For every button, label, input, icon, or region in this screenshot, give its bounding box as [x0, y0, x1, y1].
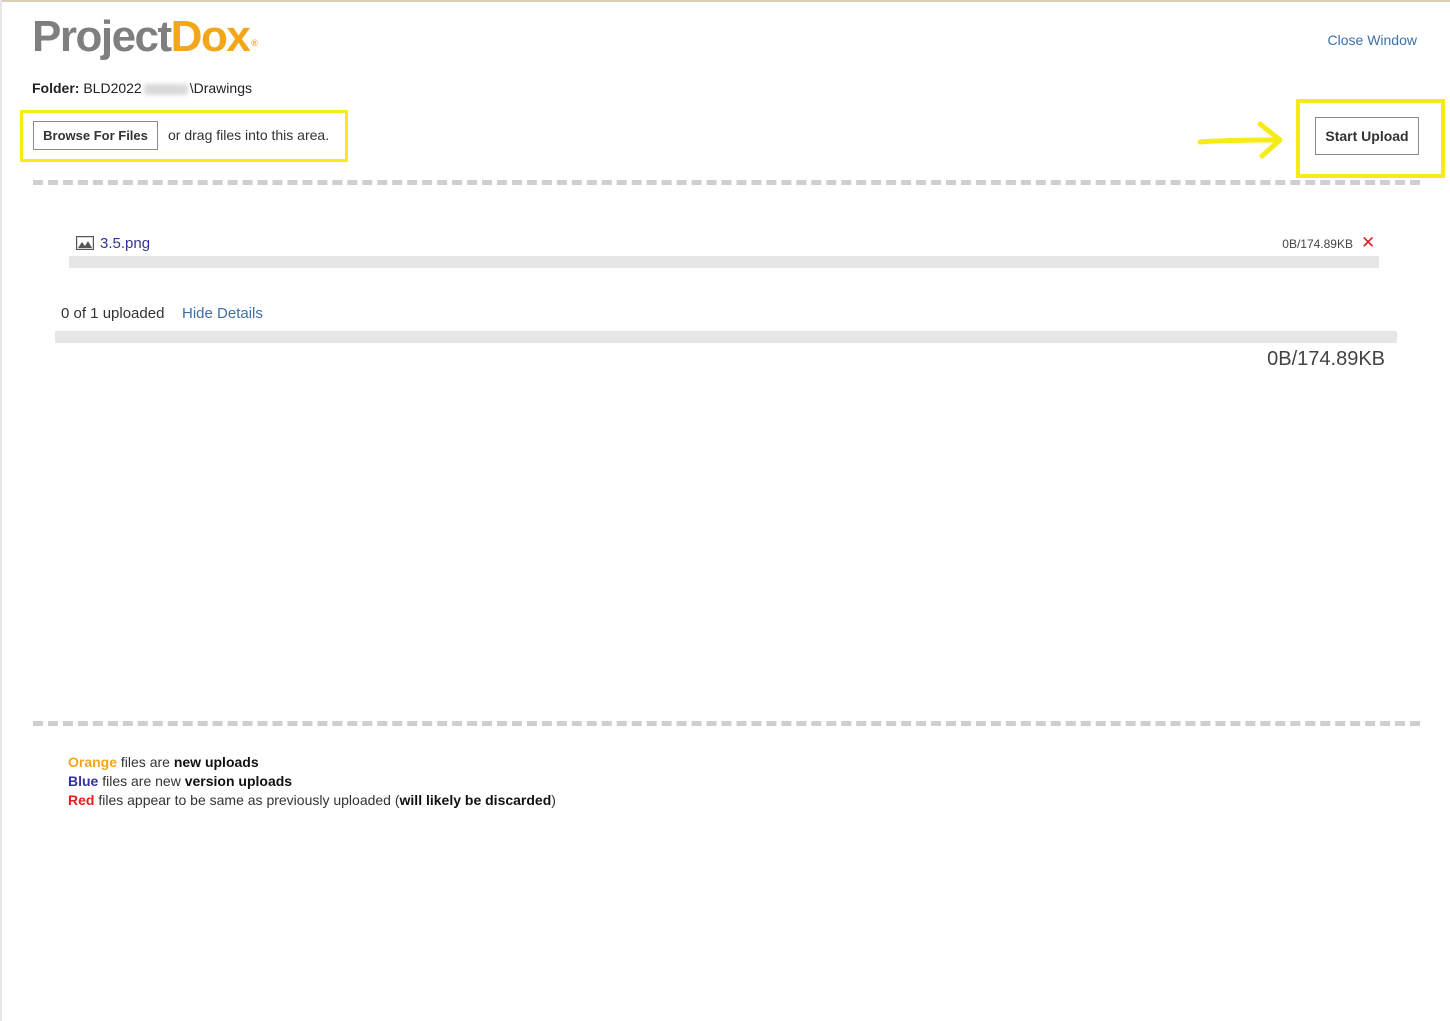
- close-window-link[interactable]: Close Window: [1328, 32, 1417, 48]
- arrow-right-icon: [1197, 121, 1283, 159]
- total-size: 0B/174.89KB: [1267, 348, 1385, 370]
- legend-blue-strong: version uploads: [184, 773, 293, 789]
- window-left-border: [0, 0, 2, 1021]
- legend-red-word: Red: [68, 792, 95, 808]
- logo-text-project: Project: [32, 12, 172, 61]
- legend-red-end: ): [551, 792, 556, 808]
- file-progress-bar: [69, 256, 1379, 268]
- legend-red-strong: will likely be discarded: [399, 792, 552, 808]
- legend-red: Red files appear to be same as previousl…: [68, 791, 556, 810]
- redacted-folder-segment: [143, 83, 188, 95]
- drop-zone-bottom-border: [33, 721, 1420, 726]
- color-legend: Orange files are new uploads Blue files …: [68, 753, 556, 810]
- legend-orange-text: files are: [117, 754, 174, 770]
- projectdox-logo: ProjectDox ®: [32, 10, 258, 64]
- folder-suffix: \Drawings: [189, 80, 252, 96]
- file-size: 0B/174.89KB: [1282, 237, 1353, 251]
- total-progress-bar: [55, 331, 1397, 343]
- remove-file-icon[interactable]: ✕: [1361, 234, 1375, 252]
- legend-blue-text: files are new: [98, 773, 185, 789]
- logo-registered-mark: ®: [251, 38, 258, 48]
- drop-zone-top-border: [33, 180, 1420, 185]
- legend-orange-word: Orange: [68, 754, 118, 770]
- legend-orange: Orange files are new uploads: [68, 753, 556, 772]
- start-upload-button[interactable]: Start Upload: [1315, 117, 1419, 155]
- legend-orange-strong: new uploads: [173, 754, 259, 770]
- folder-prefix: BLD2022: [83, 80, 142, 96]
- file-name-link[interactable]: 3.5.png: [100, 235, 150, 252]
- legend-red-text: files appear to be same as previously up…: [94, 792, 400, 808]
- legend-blue: Blue files are new version uploads: [68, 772, 556, 791]
- folder-label: Folder:: [32, 80, 80, 96]
- upload-status: 0 of 1 uploaded: [61, 305, 165, 322]
- hide-details-link[interactable]: Hide Details: [182, 305, 263, 322]
- drag-drop-hint: or drag files into this area.: [168, 127, 330, 143]
- browse-for-files-button[interactable]: Browse For Files: [33, 121, 158, 150]
- legend-blue-word: Blue: [68, 773, 99, 789]
- logo-text-dox: Dox: [170, 12, 251, 61]
- folder-path: Folder: BLD2022 \Drawings: [32, 80, 252, 96]
- image-file-icon: [76, 236, 94, 250]
- window-top-border: [0, 0, 1450, 2]
